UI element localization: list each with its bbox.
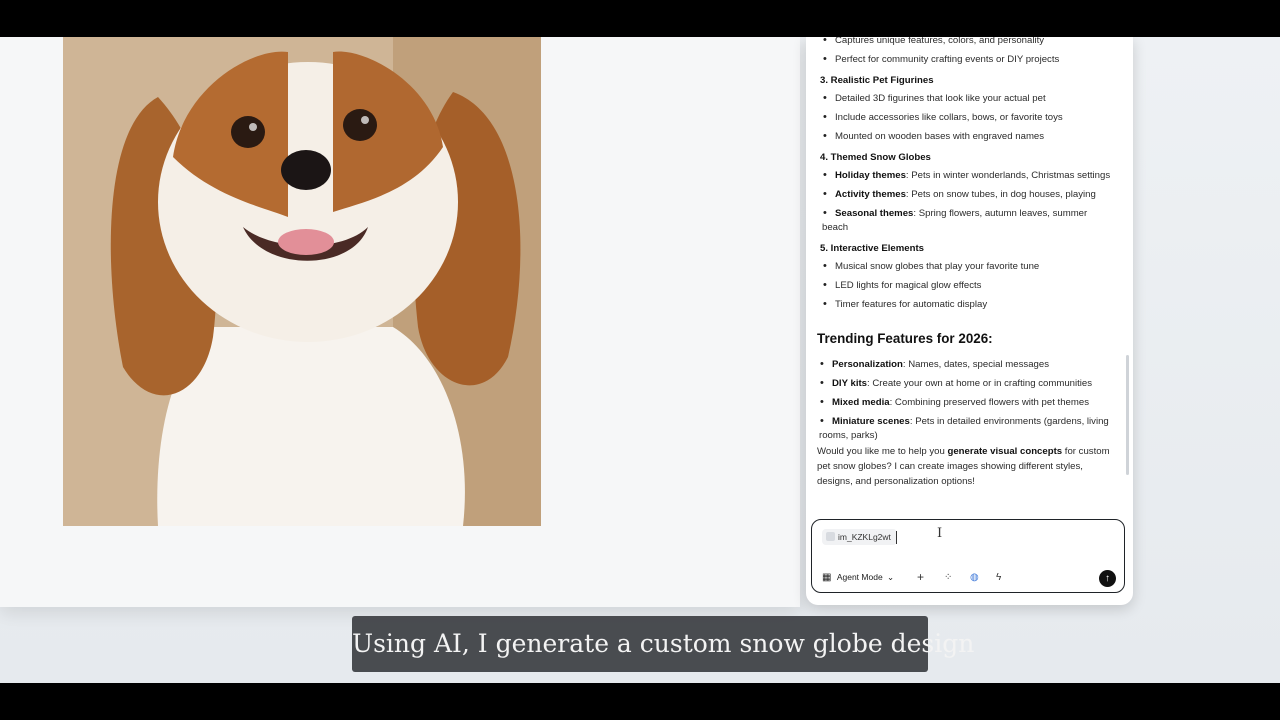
list-item: LED lights for magical glow effects bbox=[823, 279, 982, 291]
chat-message: Captures unique features, colors, and pe… bbox=[806, 37, 1126, 515]
list-item: Mounted on wooden bases with engraved na… bbox=[823, 130, 1044, 142]
chat-scrollbar[interactable] bbox=[1126, 355, 1129, 475]
section-heading: 5. Interactive Elements bbox=[820, 243, 924, 254]
globe-icon[interactable]: ◍ bbox=[970, 572, 979, 583]
list-item: Activity themes: Pets on snow tubes, in … bbox=[823, 188, 1096, 200]
plus-icon[interactable]: + bbox=[917, 570, 924, 584]
send-button[interactable]: ↑ bbox=[1099, 570, 1116, 587]
list-item-continuation: rooms, parks) bbox=[819, 430, 878, 441]
apps-icon[interactable]: ⁘ bbox=[944, 572, 952, 583]
list-item: Miniature scenes: Pets in detailed envir… bbox=[820, 415, 1109, 427]
chevron-down-icon: ⌄ bbox=[887, 572, 895, 582]
section-heading: 3. Realistic Pet Figurines bbox=[820, 75, 934, 86]
send-icon: ↑ bbox=[1105, 573, 1110, 584]
prompt-input[interactable]: im_KZKLg2wt I ▦ Agent Mode ⌄ + ⁘ ◍ ϟ ↑ bbox=[811, 519, 1125, 593]
list-item: Musical snow globes that play your favor… bbox=[823, 260, 1039, 272]
list-item: Captures unique features, colors, and pe… bbox=[823, 37, 1044, 46]
image-canvas bbox=[0, 37, 800, 607]
closing-paragraph: Would you like me to help you generate v… bbox=[817, 446, 1110, 487]
dog-image bbox=[63, 37, 541, 526]
grid-icon: ▦ bbox=[822, 572, 832, 583]
app-stage: Captures unique features, colors, and pe… bbox=[0, 37, 1280, 683]
list-item: Include accessories like collars, bows, … bbox=[823, 111, 1063, 123]
mouse-cursor-icon: I bbox=[937, 526, 943, 541]
chat-panel: Captures unique features, colors, and pe… bbox=[806, 37, 1133, 605]
trending-heading: Trending Features for 2026: bbox=[817, 331, 993, 346]
list-item: Timer features for automatic display bbox=[823, 298, 987, 310]
list-item: DIY kits: Create your own at home or in … bbox=[820, 377, 1092, 389]
agent-mode-label: Agent Mode bbox=[836, 572, 883, 582]
attachment-chip[interactable]: im_KZKLg2wt bbox=[822, 529, 897, 545]
list-item-continuation: beach bbox=[822, 222, 849, 233]
list-item: Detailed 3D figurines that look like you… bbox=[823, 92, 1046, 104]
lightning-icon[interactable]: ϟ bbox=[996, 572, 1001, 583]
text-caret bbox=[896, 531, 897, 544]
video-caption: Using AI, I generate a custom snow globe… bbox=[352, 616, 974, 672]
list-item: Seasonal themes: Spring flowers, autumn … bbox=[823, 207, 1087, 219]
agent-mode-dropdown[interactable]: ▦ Agent Mode ⌄ bbox=[822, 572, 894, 583]
list-item: Mixed media: Combining preserved flowers… bbox=[820, 396, 1089, 408]
section-heading: 4. Themed Snow Globes bbox=[820, 152, 931, 163]
list-item: Perfect for community crafting events or… bbox=[823, 53, 1059, 65]
list-item: Holiday themes: Pets in winter wonderlan… bbox=[823, 169, 1110, 181]
list-item: Personalization: Names, dates, special m… bbox=[820, 358, 1049, 370]
